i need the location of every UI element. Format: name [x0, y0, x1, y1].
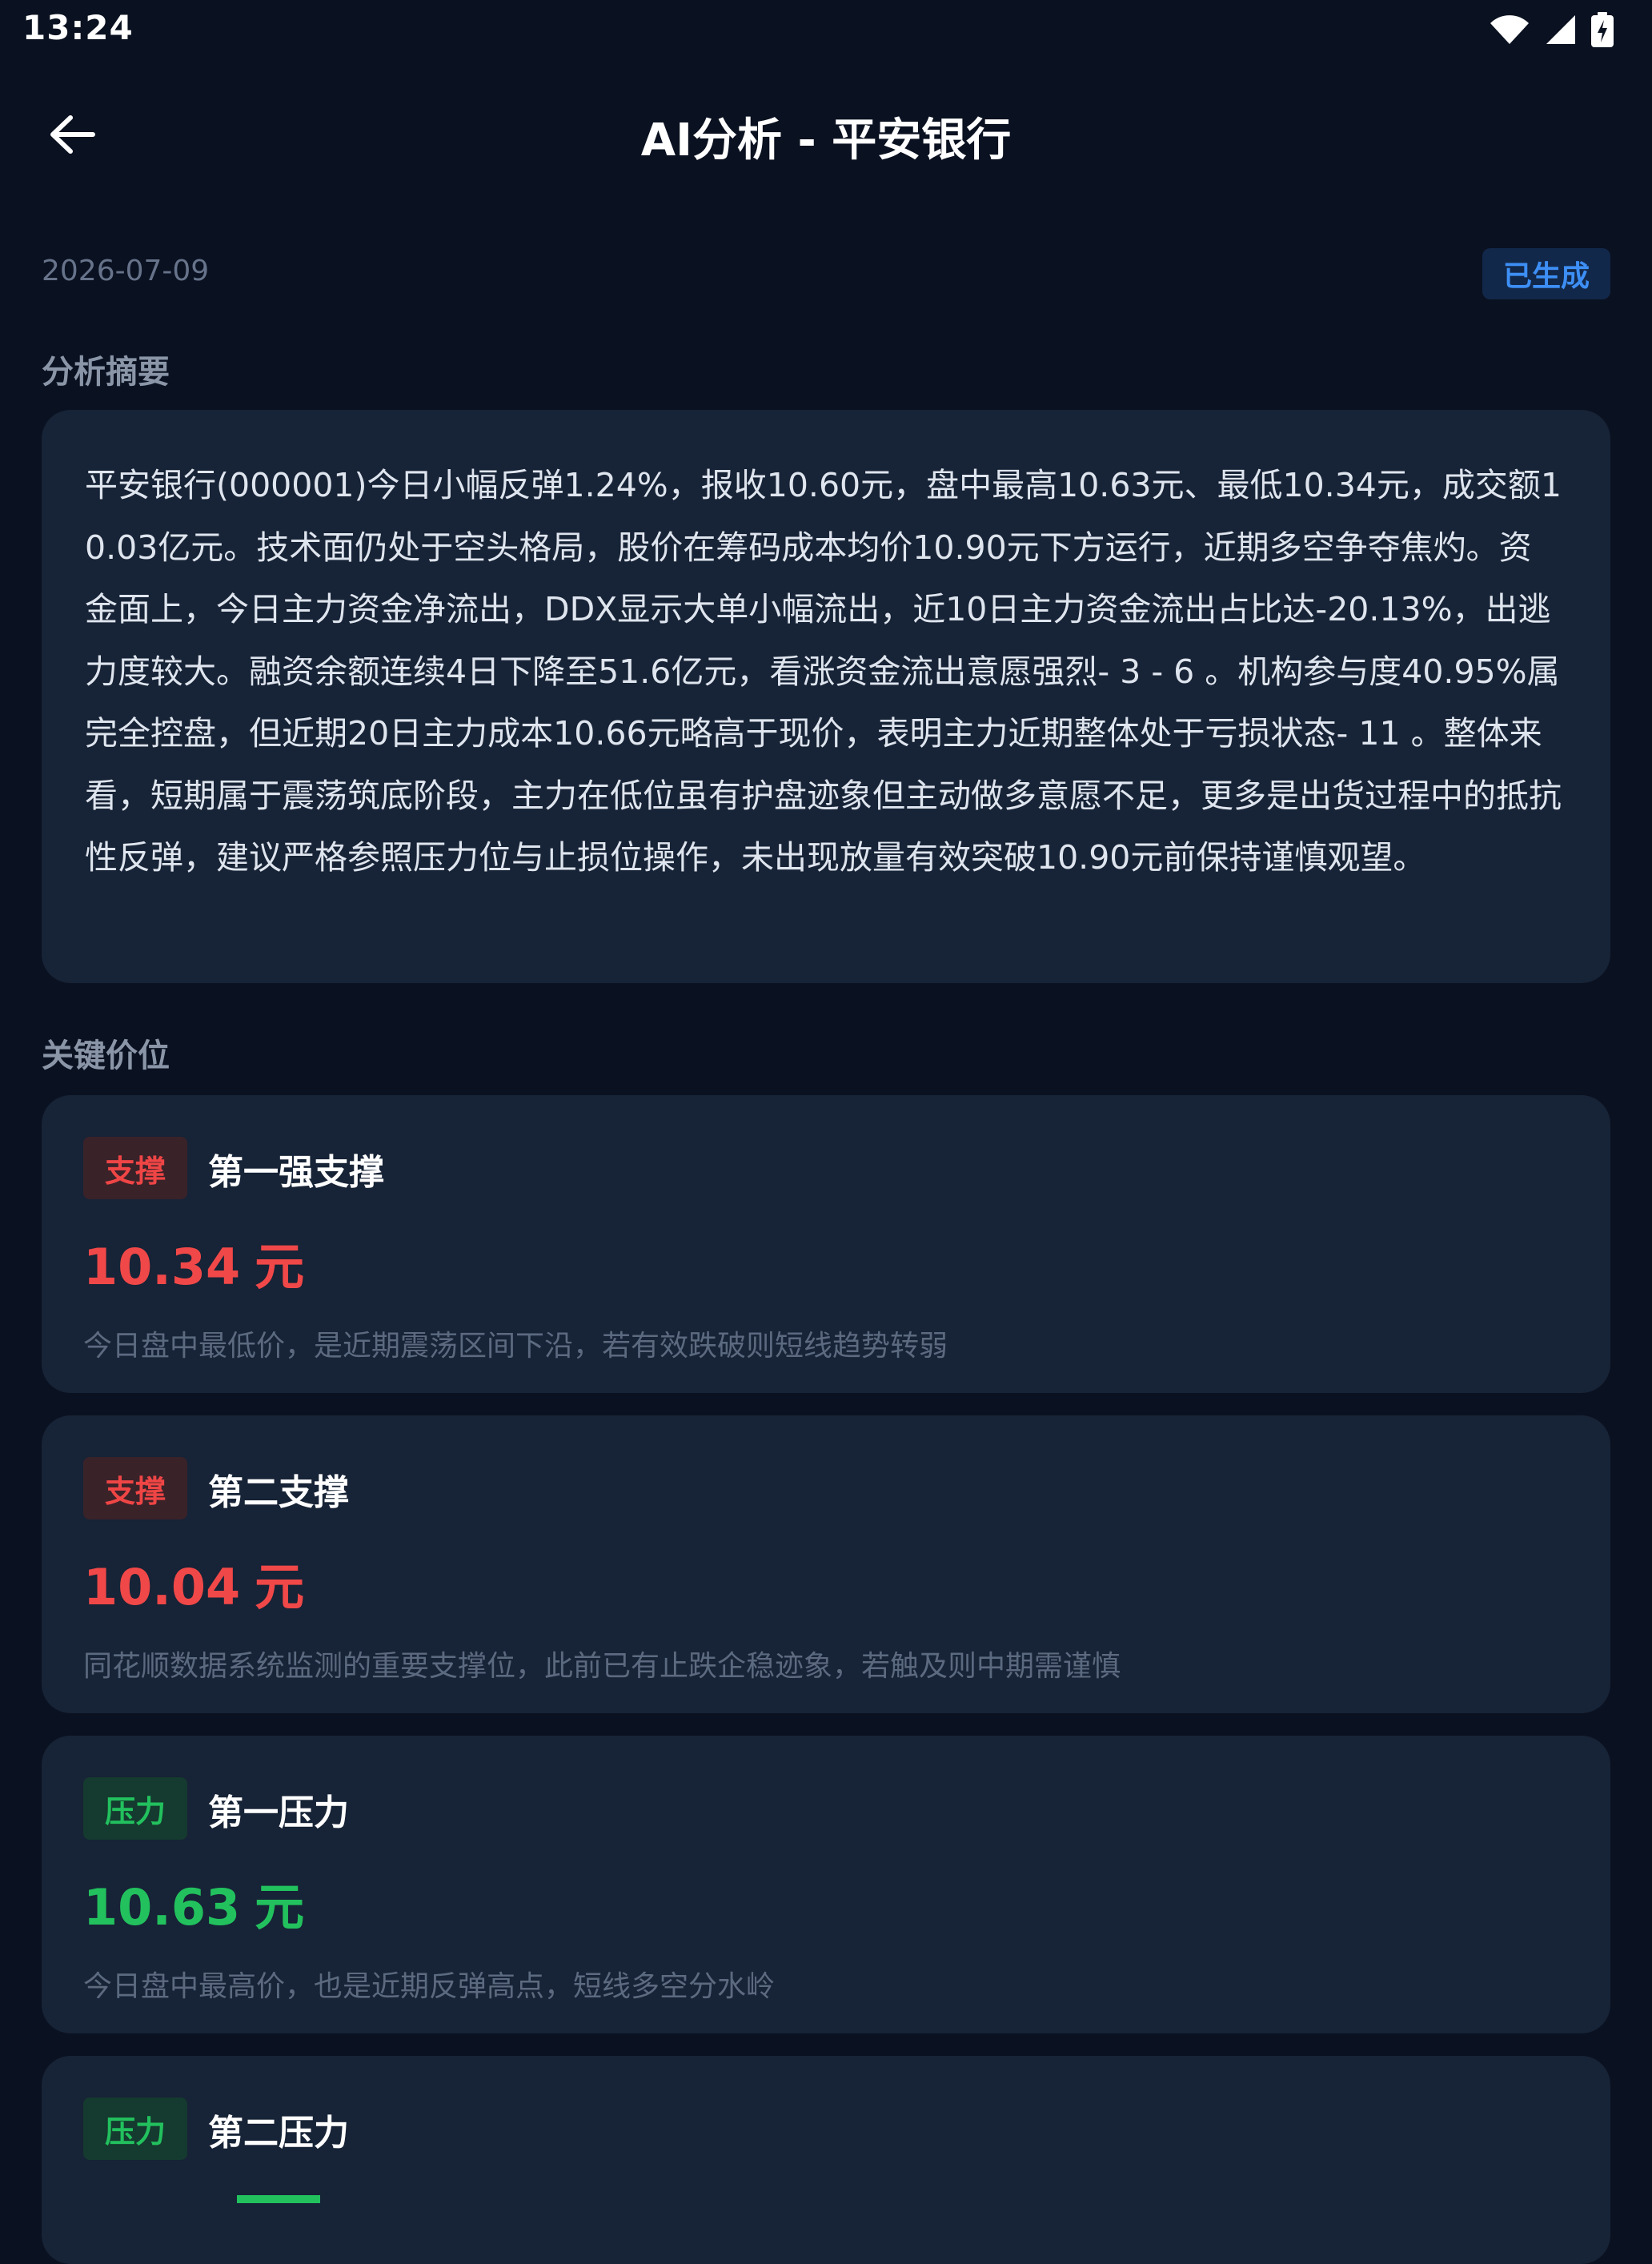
app-bar: AI分析 - 平安银行	[0, 80, 1652, 189]
level-card-support-1: 支撑 第一强支撑 10.34 元 今日盘中最低价，是近期震荡区间下沿，若有效跌破则…	[42, 1095, 1610, 1393]
level-card-support-2: 支撑 第二支撑 10.04 元 同花顺数据系统监测的重要支撑位，此前已有止跌企稳迹…	[42, 1415, 1610, 1713]
page-title: AI分析 - 平安银行	[640, 114, 1012, 167]
level-name: 第一强支撑	[208, 1152, 384, 1193]
level-price: 10.34 元	[83, 1226, 304, 1299]
status-bar: 13:24	[0, 0, 1652, 61]
price-unit: 元	[255, 1878, 305, 1937]
price-unit: 元	[255, 1238, 305, 1296]
level-description: 今日盘中最高价，也是近期反弹高点，短线多空分水岭	[83, 1970, 776, 2003]
support-tag: 支撑	[83, 1457, 187, 1519]
status-icons	[1489, 11, 1614, 48]
battery-charging-icon	[1591, 12, 1614, 47]
resistance-tag: 压力	[83, 1777, 187, 1840]
cellular-signal-icon	[1546, 15, 1575, 44]
price-value: 10.04	[83, 1558, 241, 1616]
wifi-icon	[1490, 15, 1529, 44]
level-description: 同花顺数据系统监测的重要支撑位，此前已有止跌企稳迹象，若触及则中期需谨慎	[83, 1650, 1121, 1683]
support-tag: 支撑	[83, 1137, 187, 1199]
status-badge: 已生成	[1482, 248, 1610, 299]
level-name: 第一压力	[208, 1792, 349, 1833]
summary-text: 平安银行(000001)今日小幅反弹1.24%，报收10.60元，盘中最高10.…	[85, 466, 1562, 877]
key-levels-heading: 关键价位	[42, 1038, 170, 1074]
level-price: 10.63 元	[83, 1867, 304, 1939]
analysis-date: 2026-07-09	[42, 255, 210, 287]
level-name: 第二压力	[208, 2113, 349, 2154]
level-price: 10.04 元	[83, 1547, 304, 1619]
price-unit: 元	[255, 1558, 305, 1616]
level-card-resistance-2: 压力 第二压力	[42, 2056, 1610, 2264]
level-name: 第二支撑	[208, 1472, 349, 1513]
price-partial-glyph	[237, 2195, 320, 2203]
price-value: 10.63	[83, 1878, 241, 1937]
summary-card: 平安银行(000001)今日小幅反弹1.24%，报收10.60元，盘中最高10.…	[42, 410, 1610, 983]
resistance-tag: 压力	[83, 2097, 187, 2160]
level-card-resistance-1: 压力 第一压力 10.63 元 今日盘中最高价，也是近期反弹高点，短线多空分水岭	[42, 1736, 1610, 2033]
price-value: 10.34	[83, 1238, 241, 1296]
status-time: 13:24	[22, 8, 134, 47]
level-description: 今日盘中最低价，是近期震荡区间下沿，若有效跌破则短线趋势转弱	[83, 1330, 948, 1363]
summary-heading: 分析摘要	[42, 354, 170, 391]
